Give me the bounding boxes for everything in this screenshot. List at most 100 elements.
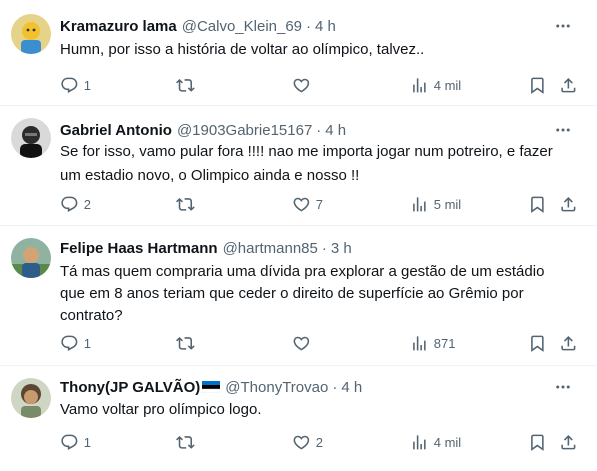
reply-icon	[61, 196, 78, 212]
retweet-button[interactable]	[176, 73, 200, 97]
tweet-text: Tá mas quem compraria uma dívida pra exp…	[60, 262, 575, 326]
retweet-button[interactable]	[176, 192, 200, 216]
user-handle[interactable]: @Calvo_Klein_69	[182, 18, 302, 35]
separator-dot: ·	[321, 239, 327, 257]
tweet-text-line: Humn, por isso a história de voltar ao o…	[60, 41, 425, 58]
like-button[interactable]: 2	[292, 430, 323, 454]
separator-dot: ·	[316, 121, 322, 139]
bookmark-icon	[531, 434, 544, 451]
tweet-text-line: Tá mas quem compraria uma dívida pra exp…	[60, 263, 545, 280]
views-chart-icon	[413, 196, 426, 212]
more-horizontal-icon[interactable]	[551, 120, 575, 140]
bookmark-button[interactable]	[528, 192, 547, 216]
timestamp[interactable]: 3 h	[331, 240, 352, 257]
tweet-text: Se for isso, vamo pular fora !!!! nao me…	[60, 142, 575, 186]
bookmark-button[interactable]	[528, 331, 547, 355]
like-button[interactable]	[292, 331, 316, 355]
display-name[interactable]: Thony(JP GALVÃO)	[60, 379, 200, 396]
display-name[interactable]: Felipe Haas Hartmann	[60, 240, 218, 257]
like-count: 7	[315, 196, 323, 212]
reply-count: 2	[83, 196, 91, 212]
reply-button[interactable]: 1	[60, 430, 91, 454]
user-handle[interactable]: @1903Gabrie15167	[177, 122, 312, 139]
tweet-actions: 1 871	[60, 331, 597, 355]
avatar[interactable]	[11, 14, 51, 54]
reply-count: 1	[83, 335, 91, 351]
bookmark-button[interactable]	[528, 430, 547, 454]
tweet-header: Felipe Haas Hartmann @hartmann85 · 3 h	[60, 238, 352, 258]
share-button[interactable]	[559, 430, 578, 454]
timestamp[interactable]: 4 h	[315, 18, 336, 35]
tweet-actions: 2 7 5 mil	[60, 192, 597, 216]
views-count: 4 mil	[433, 77, 462, 93]
avatar[interactable]	[11, 118, 51, 158]
bookmark-button[interactable]	[528, 73, 547, 97]
display-name[interactable]: Gabriel Antonio	[60, 122, 172, 139]
bookmark-icon	[531, 196, 544, 213]
separator-dot: ·	[306, 17, 312, 35]
tweet-text-line: um estadio novo, o Olimpico ainda e noss…	[60, 167, 360, 184]
views-count: 871	[433, 335, 456, 351]
share-icon	[561, 196, 576, 212]
display-name[interactable]: Kramazuro lama	[60, 18, 177, 35]
retweet-icon	[176, 435, 195, 449]
retweet-button[interactable]	[176, 331, 200, 355]
retweet-icon	[176, 78, 195, 92]
tweet-header: Thony(JP GALVÃO) @ThonyTrovao · 4 h	[60, 377, 362, 397]
bookmark-icon	[531, 335, 544, 352]
views-button[interactable]: 5 mil	[410, 192, 461, 216]
views-count: 5 mil	[433, 196, 462, 212]
views-button[interactable]: 4 mil	[410, 73, 461, 97]
tweet[interactable]: Gabriel Antonio @1903Gabrie15167 · 4 h S…	[0, 106, 597, 226]
tweet[interactable]: Thony(JP GALVÃO) @ThonyTrovao · 4 h Vamo…	[0, 366, 597, 471]
heart-icon	[293, 78, 310, 93]
reply-button[interactable]: 1	[60, 73, 91, 97]
heart-icon	[293, 197, 310, 212]
tweet-text-line: que em 8 anos teriam que ceder o direito…	[60, 285, 524, 302]
reply-count: 1	[83, 434, 91, 450]
like-count: 2	[315, 434, 323, 450]
retweet-button[interactable]	[176, 430, 200, 454]
estonia-flag-icon	[202, 381, 221, 393]
views-chart-icon	[413, 77, 426, 93]
bookmark-icon	[531, 77, 544, 94]
reply-button[interactable]: 2	[60, 192, 91, 216]
reply-icon	[61, 434, 78, 450]
like-button[interactable]	[292, 73, 316, 97]
views-chart-icon	[413, 335, 426, 351]
share-button[interactable]	[559, 73, 578, 97]
share-icon	[561, 434, 576, 450]
user-handle[interactable]: @hartmann85	[223, 240, 318, 257]
views-count: 4 mil	[433, 434, 462, 450]
like-button[interactable]: 7	[292, 192, 323, 216]
tweet-actions: 1 4 mil	[60, 73, 597, 97]
tweet-text: Humn, por isso a história de voltar ao o…	[60, 40, 575, 60]
views-button[interactable]: 871	[410, 331, 455, 355]
tweet[interactable]: Felipe Haas Hartmann @hartmann85 · 3 h T…	[0, 226, 597, 366]
reply-icon	[61, 335, 78, 351]
timestamp[interactable]: 4 h	[325, 122, 346, 139]
more-horizontal-icon[interactable]	[551, 377, 575, 397]
retweet-icon	[176, 336, 195, 350]
reply-count: 1	[83, 77, 91, 93]
tweet-header: Gabriel Antonio @1903Gabrie15167 · 4 h	[60, 120, 346, 140]
share-icon	[561, 77, 576, 93]
tweet-text-line: Vamo voltar pro olímpico logo.	[60, 401, 262, 418]
avatar[interactable]	[11, 238, 51, 278]
separator-dot: ·	[332, 378, 338, 396]
share-button[interactable]	[559, 331, 578, 355]
views-button[interactable]: 4 mil	[410, 430, 461, 454]
share-button[interactable]	[559, 192, 578, 216]
reply-button[interactable]: 1	[60, 331, 91, 355]
timestamp[interactable]: 4 h	[341, 379, 362, 396]
more-horizontal-icon[interactable]	[551, 16, 575, 36]
tweet-text: Vamo voltar pro olímpico logo.	[60, 400, 575, 420]
tweet[interactable]: Kramazuro lama @Calvo_Klein_69 · 4 h Hum…	[0, 0, 597, 106]
reply-icon	[61, 77, 78, 93]
retweet-icon	[176, 197, 195, 211]
user-handle[interactable]: @ThonyTrovao	[225, 379, 328, 396]
avatar[interactable]	[11, 378, 51, 418]
tweet-actions: 1 2 4 mil	[60, 430, 597, 454]
tweet-text-line: contrato?	[60, 307, 123, 324]
tweet-header: Kramazuro lama @Calvo_Klein_69 · 4 h	[60, 16, 336, 36]
